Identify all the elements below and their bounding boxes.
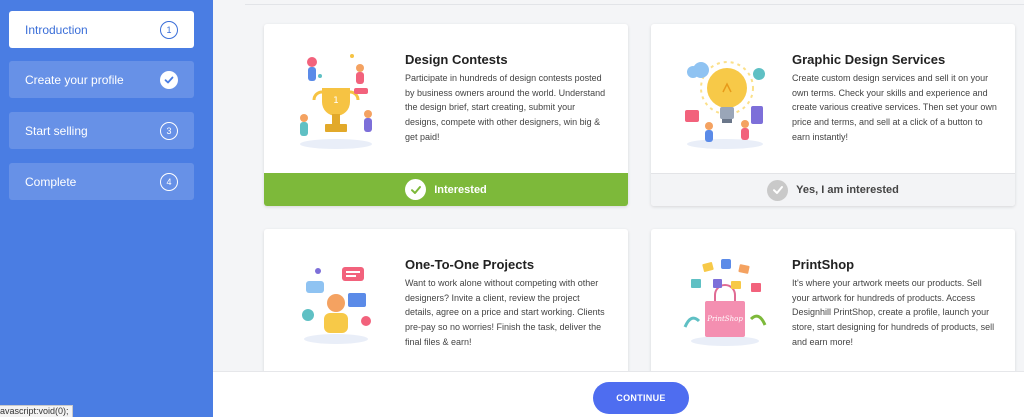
step-label: Create your profile <box>25 72 124 87</box>
interested-button[interactable]: Interested <box>264 173 628 206</box>
card-title: One-To-One Projects <box>405 257 535 272</box>
yes-interested-button[interactable]: Yes, I am interested <box>651 173 1015 206</box>
card-title: Design Contests <box>405 52 508 67</box>
card-one-to-one-projects[interactable]: One-To-One Projects Want to work alone w… <box>264 229 628 377</box>
step-label: Complete <box>25 174 77 189</box>
step-label: Start selling <box>25 123 88 138</box>
card-title: Graphic Design Services <box>792 52 946 67</box>
card-title: PrintShop <box>792 257 855 272</box>
check-circle-icon <box>767 179 789 201</box>
continue-button[interactable]: CONTINUE <box>593 382 689 414</box>
step-number-badge: 3 <box>160 121 178 140</box>
step-number-badge: 4 <box>160 172 178 191</box>
printshop-bag-illustration <box>681 257 769 349</box>
browser-status-bar: avascript:void(0); <box>0 405 73 417</box>
step-complete[interactable]: Complete 4 <box>9 163 194 200</box>
card-printshop[interactable]: PrintShop PrintShop It's where your artw… <box>651 229 1015 377</box>
lightbulb-illustration <box>679 52 771 160</box>
step-create-profile[interactable]: Create your profile <box>9 61 194 98</box>
card-description: Want to work alone without competing wit… <box>405 278 605 347</box>
card-description: It's where your artwork meets our produc… <box>792 278 995 347</box>
svg-text:1: 1 <box>333 96 339 106</box>
check-circle-icon <box>160 70 178 89</box>
step-number-badge: 1 <box>160 20 178 39</box>
card-description: Participate in hundreds of design contes… <box>405 73 606 142</box>
card-design-contests[interactable]: 1 Design Contests Participate in hundred… <box>264 24 628 206</box>
sidebar: Introduction 1 Create your profile Start… <box>0 0 213 417</box>
bottom-action-bar: CONTINUE <box>213 371 1024 417</box>
card-description: Create custom design services and sell i… <box>792 73 997 142</box>
interested-label: Interested <box>434 183 487 196</box>
chat-illustration <box>296 263 376 349</box>
yes-interested-label: Yes, I am interested <box>796 184 899 196</box>
step-start-selling[interactable]: Start selling 3 <box>9 112 194 149</box>
divider <box>245 4 1024 5</box>
check-circle-icon <box>405 179 427 200</box>
step-label: Introduction <box>25 22 88 37</box>
card-graphic-design-services[interactable]: Graphic Design Services Create custom de… <box>651 24 1015 206</box>
step-introduction[interactable]: Introduction 1 <box>9 11 194 48</box>
main-content: 1 Design Contests Participate in hundred… <box>213 0 1024 417</box>
printshop-bag-label: PrintShop <box>707 315 743 323</box>
trophy-illustration: 1 <box>292 48 378 158</box>
